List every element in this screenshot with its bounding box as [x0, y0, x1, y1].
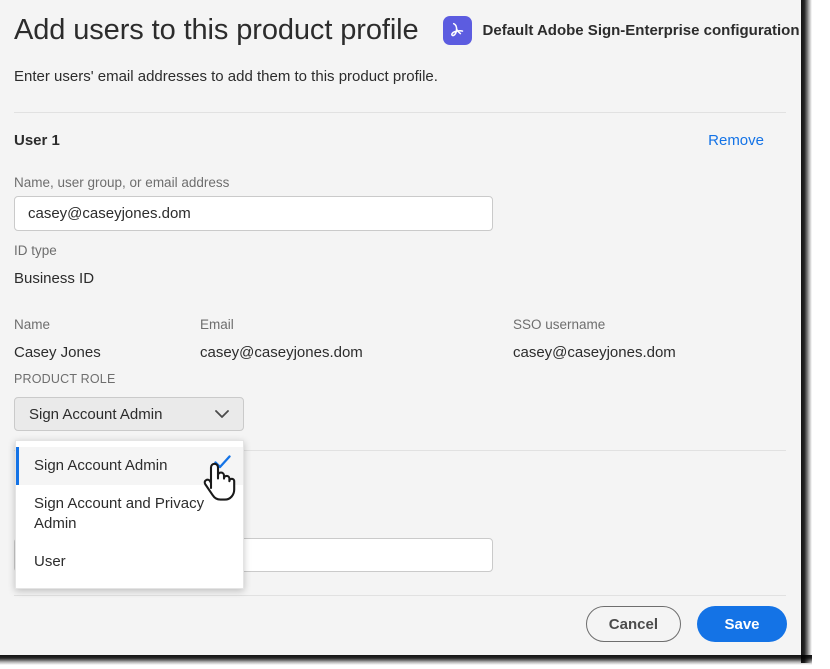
detail-value-name: Casey Jones [14, 344, 101, 361]
dialog-subtitle: Enter users' email addresses to add them… [14, 68, 438, 85]
window-shadow-bottom [0, 655, 812, 665]
save-button[interactable]: Save [697, 606, 787, 642]
page-title: Add users to this product profile [14, 14, 419, 46]
dialog-window: Add users to this product profile Defaul… [0, 0, 812, 665]
divider-bottom [14, 595, 786, 596]
menu-item-user[interactable]: User [16, 543, 243, 581]
menu-item-label: Sign Account Admin [34, 457, 168, 474]
detail-label-name: Name [14, 317, 51, 332]
dialog-header: Add users to this product profile Defaul… [14, 10, 801, 50]
email-input[interactable] [14, 196, 493, 231]
email-field-label: Name, user group, or email address [14, 175, 230, 190]
detail-value-sso-username: casey@caseyjones.dom [513, 344, 676, 361]
detail-label-sso-username: SSO username [513, 317, 606, 332]
remove-user-link[interactable]: Remove [708, 132, 764, 149]
menu-item-sign-account-admin[interactable]: Sign Account Admin [16, 447, 243, 485]
menu-item-label: Sign Account and Privacy Admin [34, 495, 205, 532]
product-role-label: PRODUCT ROLE [14, 372, 116, 386]
user-section-heading: User 1 [14, 132, 60, 149]
menu-item-sign-account-and-privacy-admin[interactable]: Sign Account and Privacy Admin [16, 485, 243, 543]
product-role-dropdown-menu[interactable]: Sign Account Admin Sign Account and Priv… [15, 440, 244, 589]
id-type-label: ID type [14, 243, 57, 258]
divider-top [14, 112, 786, 113]
product-role-selected-value: Sign Account Admin [29, 405, 163, 423]
product-profile-badge: Default Adobe Sign-Enterprise configurat… [442, 15, 800, 45]
id-type-value: Business ID [14, 270, 95, 287]
adobe-sign-icon [442, 15, 472, 45]
chevron-down-icon [215, 409, 243, 419]
product-role-select[interactable]: Sign Account Admin [14, 397, 244, 431]
cancel-button[interactable]: Cancel [585, 606, 681, 642]
detail-label-email: Email [200, 317, 234, 332]
window-shadow-right [801, 0, 812, 663]
product-profile-name: Default Adobe Sign-Enterprise configurat… [482, 21, 800, 39]
detail-value-email: casey@caseyjones.dom [200, 344, 363, 361]
check-icon [214, 455, 231, 475]
dialog-footer: Cancel Save [0, 606, 787, 642]
dialog-body: Add users to this product profile Defaul… [0, 0, 801, 656]
menu-item-label: User [34, 553, 66, 570]
